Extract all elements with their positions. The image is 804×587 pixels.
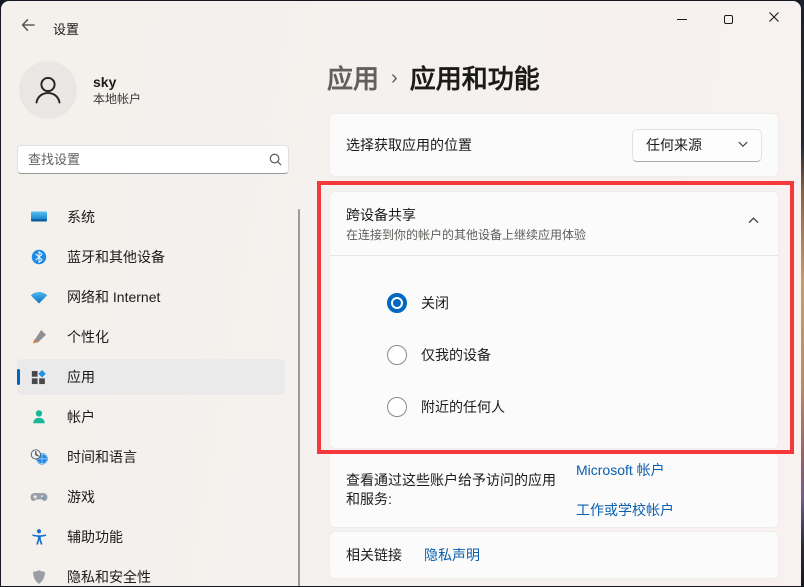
radio-label: 关闭 <box>421 293 449 313</box>
related-links-card: 相关链接 隐私声明 <box>329 531 779 579</box>
share-options: 关闭 仅我的设备 附近的任何人 <box>330 256 778 433</box>
radio-option-my-devices-only[interactable]: 仅我的设备 <box>387 329 778 381</box>
chevron-up-icon[interactable] <box>747 214 760 232</box>
share-card-title: 跨设备共享 <box>346 205 762 225</box>
radio-icon[interactable] <box>387 397 407 417</box>
main-content: 应用 › 应用和功能 选择获取应用的位置 任何来源 跨设备共享 在连接到你的帐户… <box>1 1 801 586</box>
breadcrumb-parent[interactable]: 应用 <box>327 59 379 96</box>
breadcrumb: 应用 › 应用和功能 <box>327 59 540 96</box>
microsoft-account-link[interactable]: Microsoft 帐户 <box>576 460 674 480</box>
radio-option-off[interactable]: 关闭 <box>387 277 778 329</box>
share-card-subtitle: 在连接到你的帐户的其他设备上继续应用体验 <box>346 227 762 244</box>
privacy-statement-link[interactable]: 隐私声明 <box>424 545 480 565</box>
accounts-access-card: 查看通过这些账户给予访问的应用和服务: Microsoft 帐户 工作或学校帐户 <box>329 451 779 528</box>
radio-label: 仅我的设备 <box>421 345 491 365</box>
chevron-down-icon <box>737 137 749 153</box>
work-school-account-link[interactable]: 工作或学校帐户 <box>576 500 674 520</box>
app-source-dropdown[interactable]: 任何来源 <box>632 129 762 162</box>
app-source-card: 选择获取应用的位置 任何来源 <box>329 113 779 177</box>
radio-icon[interactable] <box>387 345 407 365</box>
radio-option-everyone-nearby[interactable]: 附近的任何人 <box>387 381 778 433</box>
settings-window: 设置 sky 本地帐户 <box>1 1 801 586</box>
app-source-label: 选择获取应用的位置 <box>346 135 472 155</box>
related-links-label: 相关链接 <box>346 545 402 565</box>
page-title: 应用和功能 <box>410 59 540 96</box>
share-card-header[interactable]: 跨设备共享 在连接到你的帐户的其他设备上继续应用体验 <box>330 192 778 255</box>
breadcrumb-separator: › <box>391 65 398 90</box>
accounts-access-label: 查看通过这些账户给予访问的应用和服务: <box>346 471 564 509</box>
radio-icon[interactable] <box>387 293 407 313</box>
share-across-devices-card: 跨设备共享 在连接到你的帐户的其他设备上继续应用体验 关闭 仅我的设备 <box>329 191 779 449</box>
radio-label: 附近的任何人 <box>421 397 505 417</box>
dropdown-value: 任何来源 <box>646 135 702 155</box>
